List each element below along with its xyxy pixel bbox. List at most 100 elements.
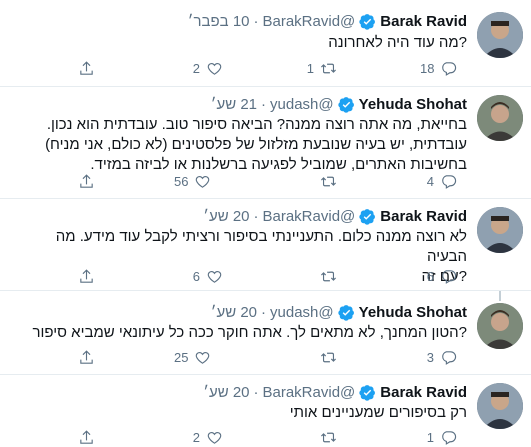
tweet-text: רק בסיפורים שמעניינים אותי [27, 403, 467, 423]
tweet[interactable]: Barak Ravid @BarakRavid · 20 שע׳ לא רוצה… [0, 199, 531, 290]
heart-icon [207, 270, 222, 283]
tweet-text: ?הטון המחנך, לא מתאים לך. אתה חוקר ככה כ… [27, 323, 468, 343]
retweet-button[interactable] [300, 171, 337, 191]
tweet-actions: 6 6 [78, 266, 468, 286]
verified-icon [359, 385, 376, 401]
share-button[interactable] [78, 347, 95, 367]
separator-dot: · [261, 96, 267, 113]
tweet[interactable]: Yehuda Shohat @yudash · 21 שע׳ בחייאת, מ… [0, 87, 531, 198]
thread-connector [499, 291, 501, 301]
retweet-icon [321, 352, 336, 362]
retweet-icon [321, 176, 336, 186]
tweet-text-line: ?מה עוד היה לאחרונה [328, 34, 467, 51]
retweet-count: 1 [306, 60, 314, 76]
tweet-actions: 56 4 [78, 171, 468, 191]
retweet-button[interactable]: 1 [300, 58, 337, 78]
tweet[interactable]: Barak Ravid @BarakRavid · 20 שע׳ רק בסיפ… [0, 375, 531, 445]
tweet[interactable]: Barak Ravid @BarakRavid · 10 בפבר׳ ?מה ע… [0, 0, 531, 86]
reply-icon [442, 430, 457, 445]
author-name[interactable]: Yehuda Shohat [359, 303, 467, 322]
tweet-time[interactable]: 20 שע׳ [203, 207, 249, 226]
retweet-button[interactable] [300, 266, 337, 286]
verified-icon [337, 97, 354, 113]
reply-button[interactable]: 18 [420, 58, 457, 78]
separator-dot: · [253, 13, 259, 30]
verified-icon [337, 305, 354, 321]
tweet-text-line: בחייאת, מה אתה רוצה ממנה? הביאה סיפור טו… [46, 116, 467, 133]
tweet-thread: Barak Ravid @BarakRavid · 10 בפבר׳ ?מה ע… [0, 0, 531, 445]
retweet-icon [321, 432, 336, 442]
reply-count: 18 [420, 60, 435, 76]
avatar[interactable] [477, 383, 523, 429]
avatar[interactable] [477, 207, 523, 253]
verified-icon [359, 209, 376, 225]
tweet-header: Barak Ravid @BarakRavid · 10 בפבר׳ [188, 12, 467, 31]
reply-icon [442, 269, 457, 284]
like-button[interactable]: 25 [174, 347, 211, 367]
tweet-text: בחייאת, מה אתה רוצה ממנה? הביאה סיפור טו… [27, 115, 467, 175]
heart-icon [207, 62, 222, 75]
author-handle[interactable]: @yudash [270, 95, 334, 114]
author-name[interactable]: Yehuda Shohat [359, 95, 467, 114]
retweet-button[interactable] [300, 347, 337, 367]
tweet-time[interactable]: 20 שע׳ [211, 303, 257, 322]
reply-count: 6 [426, 268, 434, 284]
author-handle[interactable]: @BarakRavid [263, 12, 356, 31]
like-button[interactable]: 6 [186, 266, 223, 286]
reply-count: 3 [426, 349, 434, 365]
author-handle[interactable]: @BarakRavid [263, 383, 356, 402]
author-name[interactable]: Barak Ravid [380, 207, 467, 226]
tweet[interactable]: Yehuda Shohat @yudash · 20 שע׳ ?הטון המח… [0, 291, 531, 374]
share-button[interactable] [78, 171, 95, 191]
tweet-time[interactable]: 20 שע׳ [203, 383, 249, 402]
share-icon [80, 349, 93, 364]
like-count: 2 [192, 429, 200, 445]
separator-dot: · [253, 384, 259, 401]
heart-icon [207, 431, 222, 444]
reply-count: 4 [426, 173, 434, 189]
retweet-icon [321, 271, 336, 281]
tweet-header: Yehuda Shohat @yudash · 21 שע׳ [211, 95, 467, 114]
share-icon [80, 429, 93, 444]
avatar[interactable] [477, 12, 523, 58]
like-count: 56 [174, 173, 189, 189]
retweet-button[interactable] [300, 427, 337, 447]
heart-icon [196, 175, 210, 188]
author-name[interactable]: Barak Ravid [380, 383, 467, 402]
tweet-text-line: עובדתית, יש בעיה שנובעת מזלזול של פלסטינ… [45, 136, 467, 153]
reply-button[interactable]: 4 [420, 171, 457, 191]
like-count: 2 [192, 60, 200, 76]
share-button[interactable] [78, 427, 95, 447]
separator-dot: · [261, 304, 267, 321]
retweet-icon [321, 63, 336, 73]
tweet-time[interactable]: 21 שע׳ [211, 95, 257, 114]
reply-button[interactable]: 1 [420, 427, 457, 447]
share-button[interactable] [78, 266, 95, 286]
tweet-header: Barak Ravid @BarakRavid · 20 שע׳ [203, 383, 467, 402]
like-button[interactable]: 2 [186, 427, 223, 447]
like-count: 25 [174, 349, 189, 365]
tweet-actions: 2 1 18 [78, 58, 468, 78]
heart-icon [196, 351, 210, 364]
author-handle[interactable]: @yudash [270, 303, 334, 322]
like-button[interactable]: 56 [174, 171, 211, 191]
author-name[interactable]: Barak Ravid [380, 12, 467, 31]
tweet-header: Barak Ravid @BarakRavid · 20 שע׳ [203, 207, 467, 226]
tweet-text: ?מה עוד היה לאחרונה [27, 33, 467, 53]
reply-count: 1 [426, 429, 434, 445]
reply-icon [442, 174, 457, 189]
reply-button[interactable]: 3 [420, 347, 457, 367]
like-button[interactable]: 2 [186, 58, 223, 78]
tweet-text-line: ?הטון המחנך, לא מתאים לך. אתה חוקר ככה כ… [32, 324, 468, 341]
tweet-time[interactable]: 10 בפבר׳ [188, 12, 250, 31]
avatar[interactable] [477, 95, 523, 141]
share-icon [80, 60, 93, 75]
tweet-text-line: רק בסיפורים שמעניינים אותי [289, 404, 467, 421]
share-button[interactable] [78, 58, 95, 78]
reply-button[interactable]: 6 [420, 266, 457, 286]
reply-icon [442, 61, 457, 76]
separator-dot: · [253, 208, 259, 225]
author-handle[interactable]: @BarakRavid [263, 207, 356, 226]
share-icon [80, 268, 93, 283]
avatar[interactable] [477, 303, 523, 349]
